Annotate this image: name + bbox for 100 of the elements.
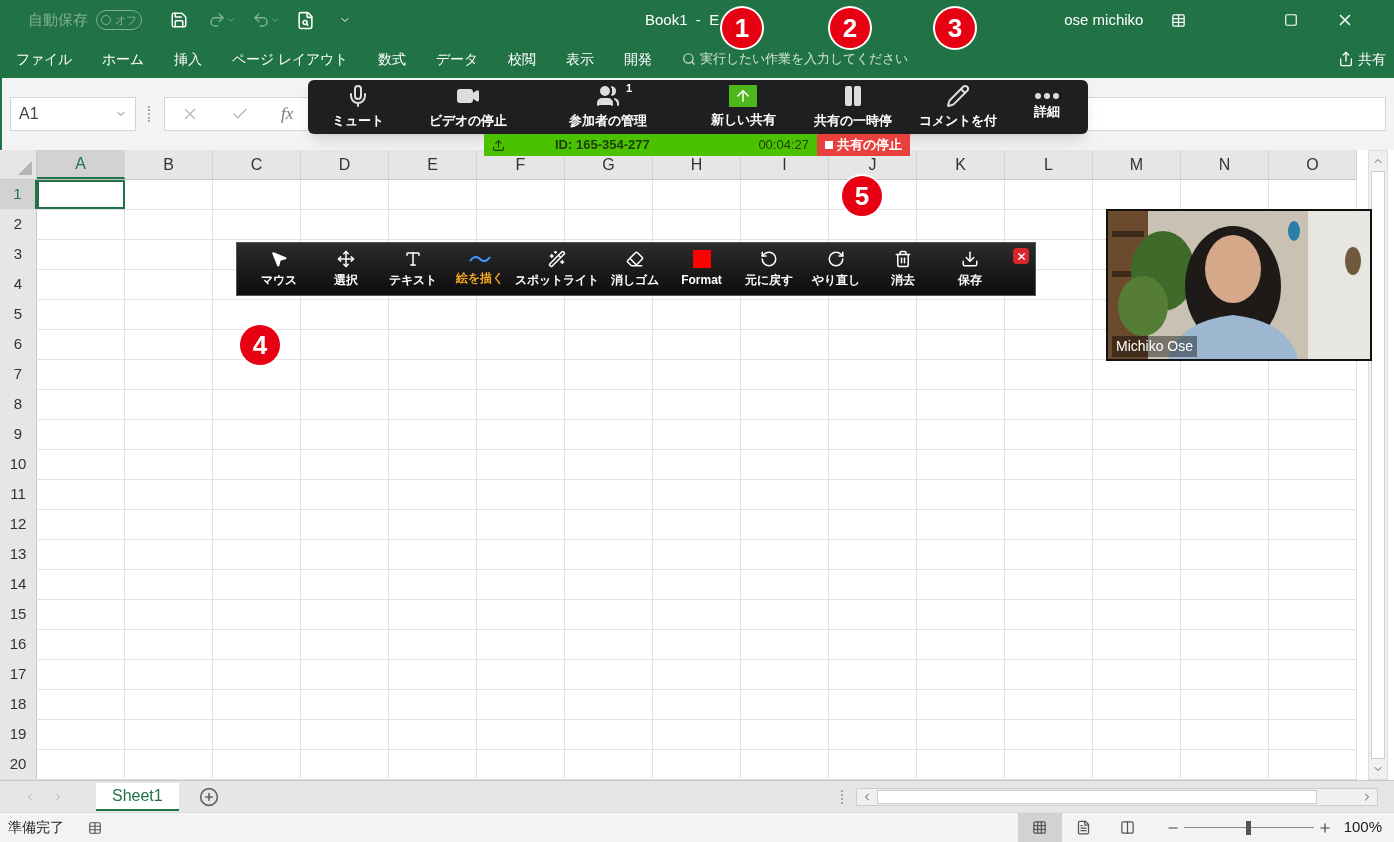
eraser-icon <box>625 249 644 268</box>
ribbon-tab[interactable]: 挿入 <box>174 48 202 70</box>
annotation-tool[interactable]: 絵を描く <box>446 243 513 295</box>
participant-name: Michiko Ose <box>1112 336 1198 357</box>
wand-icon <box>548 249 566 268</box>
ribbon-tab[interactable]: 表示 <box>565 48 594 70</box>
horizontal-scrollbar[interactable] <box>856 787 1378 806</box>
number-badge: 5 <box>842 176 882 216</box>
macro-record-icon <box>88 820 102 835</box>
row-header: 11 <box>0 480 37 509</box>
column-header: M <box>1093 150 1181 179</box>
row-header: 10 <box>0 450 37 479</box>
number-badge: 3 <box>935 8 975 48</box>
move-icon <box>336 249 355 268</box>
ribbon-tab[interactable]: 開発 <box>623 48 652 70</box>
page-icon <box>1076 820 1092 835</box>
row-header: 18 <box>0 690 37 719</box>
normal-view-button[interactable] <box>1017 812 1062 842</box>
vertical-scrollbar[interactable] <box>1368 150 1388 780</box>
function-button[interactable]: fx <box>281 101 294 127</box>
row-header: 14 <box>0 570 37 599</box>
row-header: 15 <box>0 600 37 629</box>
share-button[interactable]: 共有 <box>1338 48 1386 70</box>
annotation-tool[interactable]: やり直し <box>802 243 869 295</box>
name-box[interactable]: A1 <box>10 97 136 131</box>
grid-icon <box>1032 820 1048 835</box>
trash-icon <box>893 249 912 268</box>
ribbon-tab[interactable]: ファイル <box>16 48 72 70</box>
scrollbar-thumb[interactable] <box>877 789 1317 804</box>
ribbon-tab[interactable]: ページ レイアウト <box>232 48 348 70</box>
more-icon <box>1035 92 1059 99</box>
meeting-toolbar-button[interactable]: 詳細 <box>1008 80 1086 134</box>
row-header: 2 <box>0 210 37 239</box>
meeting-toolbar-button[interactable]: コメントを付 <box>908 80 1008 134</box>
column-header: E <box>389 150 477 179</box>
status-text: 準備完了 <box>8 818 64 837</box>
scrollbar-thumb[interactable] <box>1371 171 1385 759</box>
caret-icon <box>270 15 280 25</box>
columns-icon <box>1120 820 1136 835</box>
stop-share-button[interactable]: 共有の停止 <box>817 134 910 156</box>
row-header: 13 <box>0 540 37 569</box>
annotation-tool[interactable]: マウス <box>245 243 312 295</box>
annotation-tool[interactable]: テキスト <box>379 243 446 295</box>
zoom-slider[interactable] <box>1183 820 1314 835</box>
column-header: B <box>125 150 213 179</box>
participant-count: 1 <box>625 80 632 96</box>
ribbon-display-button[interactable] <box>1171 12 1187 28</box>
redo-icon <box>826 249 845 268</box>
row-header: 7 <box>0 360 37 389</box>
column-header: N <box>1181 150 1269 179</box>
meeting-toolbar-button[interactable]: ミュート <box>308 80 408 134</box>
selected-cell[interactable] <box>37 180 125 209</box>
text-icon <box>403 249 422 268</box>
meeting-toolbar-button[interactable]: 新しい共有 <box>688 80 798 134</box>
annotation-tool[interactable]: 消去 <box>869 243 936 295</box>
ribbon-tab[interactable]: データ <box>435 48 478 70</box>
ribbon-tab[interactable]: 校閲 <box>507 48 536 70</box>
zoom-in-icon[interactable] <box>1317 820 1332 835</box>
row-header: 17 <box>0 660 37 689</box>
meeting-toolbar-button[interactable]: 1 参加者の管理 <box>528 80 688 134</box>
meeting-toolbar-button[interactable]: 共有の一時停 <box>798 80 908 134</box>
ribbon-tab[interactable]: 数式 <box>377 48 406 70</box>
column-header: O <box>1269 150 1357 179</box>
meeting-toolbar-button[interactable]: ビデオの停止 <box>408 80 528 134</box>
number-badge: 1 <box>722 8 762 48</box>
row-header: 3 <box>0 240 37 269</box>
close-icon <box>1015 250 1027 262</box>
annotation-tool[interactable]: 消しゴム <box>601 243 668 295</box>
undo-button[interactable] <box>252 11 280 29</box>
search-icon <box>681 52 696 66</box>
number-badge: 2 <box>830 8 870 48</box>
redo-icon <box>208 11 226 29</box>
sheet-tab[interactable]: Sheet1 <box>96 782 179 811</box>
search-field[interactable]: 実行したい作業を入力してください <box>681 49 908 69</box>
print-preview-button[interactable] <box>296 10 315 30</box>
slider-thumb[interactable] <box>1246 820 1252 835</box>
autosave-label: 自動保存 <box>28 9 88 30</box>
annotation-tool[interactable]: 元に戻す <box>735 243 802 295</box>
share-upload-icon <box>729 84 757 107</box>
people-icon <box>596 83 620 108</box>
row-header: 6 <box>0 330 37 359</box>
user-name: ose michiko <box>1064 9 1144 30</box>
number-badge: 4 <box>240 325 280 365</box>
close-button[interactable] <box>1013 248 1029 264</box>
pointer-icon <box>269 249 288 268</box>
maximize-button[interactable] <box>1284 13 1299 27</box>
annotation-tool[interactable]: 保存 <box>936 243 1003 295</box>
annotation-tool[interactable]: 選択 <box>312 243 379 295</box>
row-header: 20 <box>0 750 37 779</box>
annotation-tool[interactable]: Format <box>668 243 735 295</box>
add-sheet-button[interactable] <box>198 786 219 807</box>
row-header: 12 <box>0 510 37 539</box>
ribbon-tab[interactable]: ホーム <box>102 48 144 70</box>
redo-button[interactable] <box>208 11 236 29</box>
caret-icon <box>226 15 236 25</box>
annotation-tool[interactable]: スポットライト <box>513 243 601 295</box>
add-icon <box>198 786 219 807</box>
row-header: 8 <box>0 390 37 419</box>
window-title: Book1 - E <box>645 9 720 30</box>
row-header: 5 <box>0 300 37 329</box>
